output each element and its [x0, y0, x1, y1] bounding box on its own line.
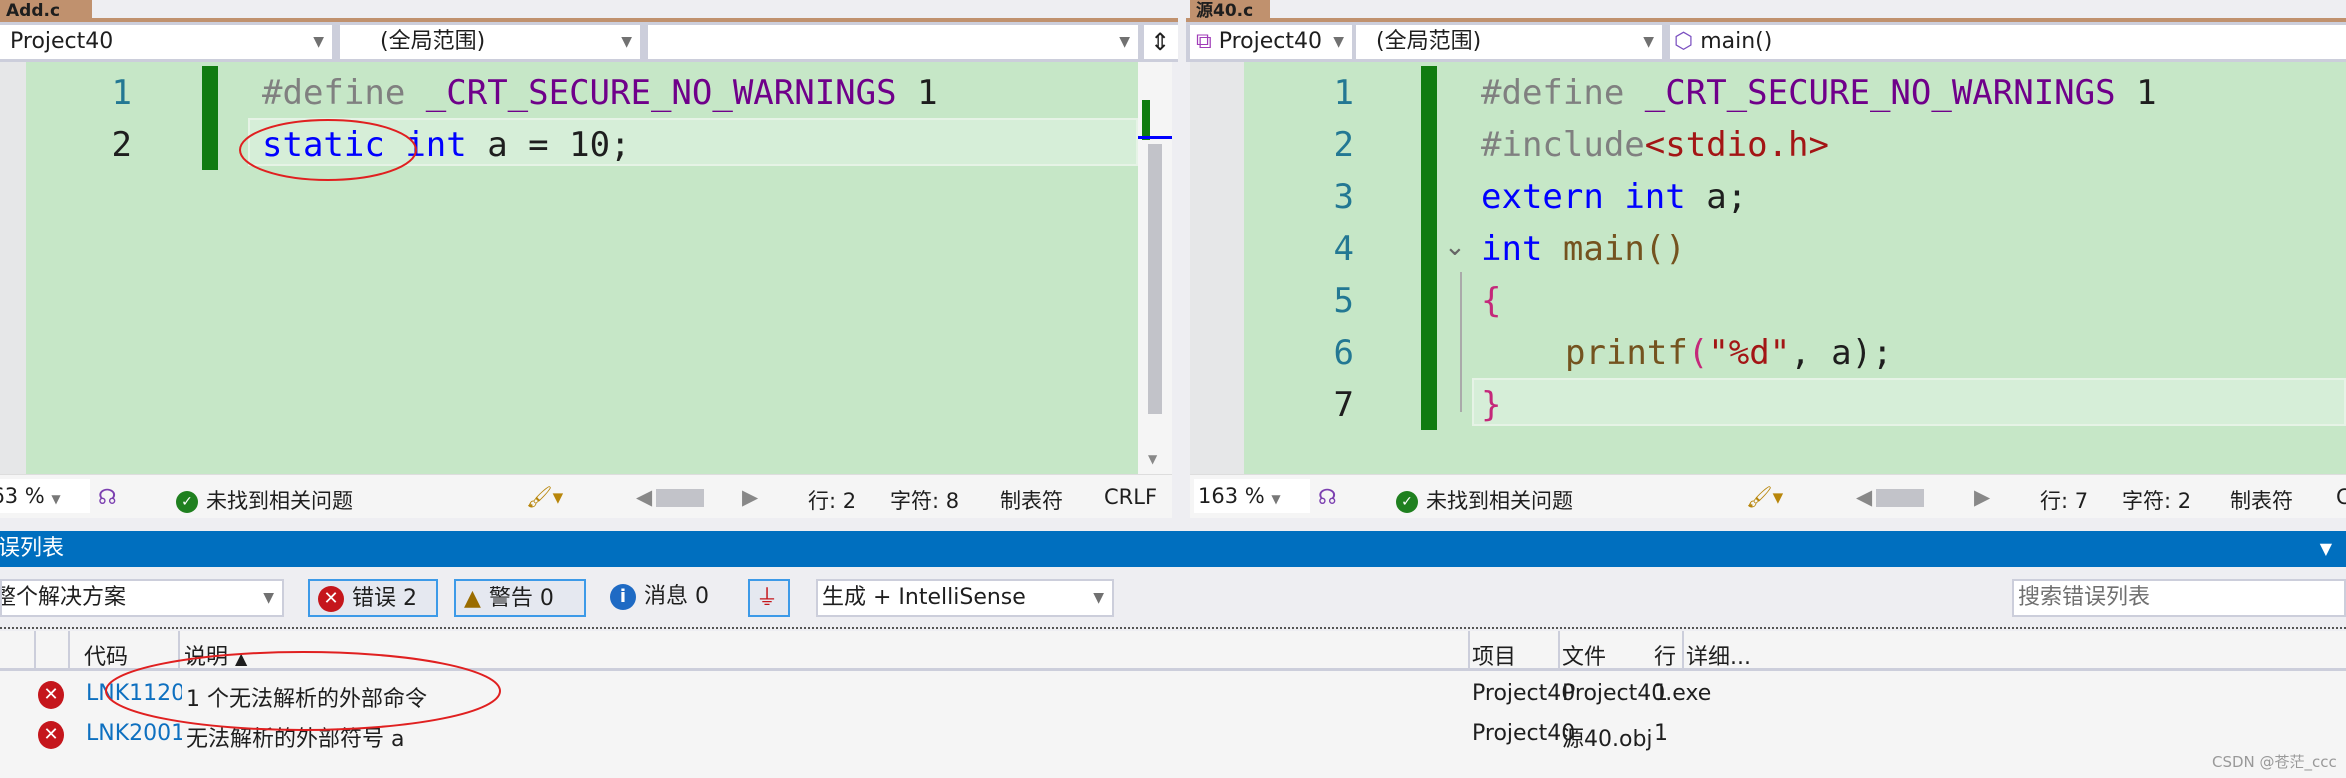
right-file-tab[interactable]: 源40.c [1190, 0, 1270, 22]
annotation-ellipse-error [105, 651, 501, 731]
left-file-tab[interactable]: Add.c [0, 0, 92, 22]
annotation-layer [105, 119, 501, 731]
annotation-ellipse-static [239, 119, 417, 181]
